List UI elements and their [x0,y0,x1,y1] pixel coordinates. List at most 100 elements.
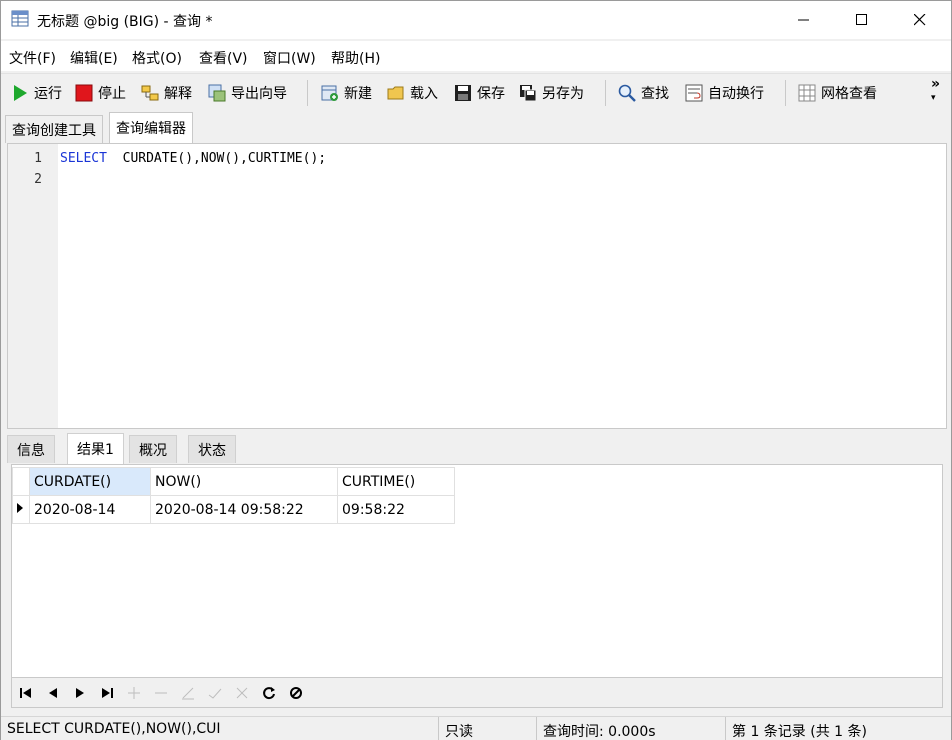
apply-changes-button [207,686,223,700]
stop-button[interactable]: 停止 [75,82,126,104]
line-number: 1 [34,151,42,166]
delete-record-button [153,686,169,700]
x-icon [236,687,248,699]
grid-icon [798,84,816,102]
next-record-icon [76,688,84,698]
menu-file[interactable]: 文件(F) [9,48,56,68]
tab-info[interactable]: 信息 [7,435,55,463]
minimize-button[interactable] [781,1,827,39]
cell-now[interactable]: 2020-08-14 09:58:22 [150,495,338,524]
result-grid[interactable]: CURDATE() NOW() CURTIME() 2020-08-14 202… [11,464,943,678]
next-record-button[interactable] [72,686,88,700]
prev-record-button[interactable] [45,686,61,700]
first-record-icon [20,688,31,698]
export-wizard-button[interactable]: 导出向导 [208,82,287,104]
status-readonly: 只读 [445,724,473,740]
toolbar-overflow-button[interactable]: » ▾ [931,76,941,104]
column-header-curtime[interactable]: CURTIME() [337,467,455,496]
sql-keyword: SELECT [60,151,107,166]
menu-bar: 文件(F) 编辑(E) 格式(O) 查看(V) 窗口(W) 帮助(H) [1,41,951,71]
prev-record-icon [49,688,57,698]
refresh-icon [263,687,275,700]
add-record-button [126,686,142,700]
sql-expression: CURDATE(),NOW(),CURTIME(); [106,151,327,166]
close-button[interactable] [897,1,943,39]
menu-view[interactable]: 查看(V) [199,48,248,68]
word-wrap-icon [685,84,703,102]
record-navigator [11,678,943,708]
explain-button[interactable]: 解释 [141,82,192,104]
tab-query-editor[interactable]: 查询编辑器 [109,112,193,143]
discard-changes-button [234,686,250,700]
menu-window[interactable]: 窗口(W) [263,48,316,68]
menu-format[interactable]: 格式(O) [132,48,182,68]
edit-icon [182,687,194,700]
sql-editor[interactable]: 1 2 SELECT CURDATE(),NOW(),CURTIME(); [7,143,947,429]
find-label: 查找 [641,86,669,102]
status-query-time: 查询时间: 0.000s [543,724,656,740]
edit-record-button [180,686,196,700]
line-number-gutter: 1 2 [8,144,58,428]
toolbar-separator [605,80,606,106]
export-wizard-label: 导出向导 [231,86,287,102]
grid-view-button[interactable]: 网格查看 [798,82,877,104]
save-label: 保存 [477,86,505,102]
plus-icon [128,687,140,699]
code-line[interactable]: SELECT CURDATE(),NOW(),CURTIME(); [60,151,326,166]
maximize-button[interactable] [839,1,885,39]
first-record-button[interactable] [18,686,34,700]
folder-icon [387,86,404,100]
save-button[interactable]: 保存 [454,82,505,104]
window-title: 无标题 @big (BIG) - 查询 * [37,14,213,30]
save-as-icon [520,85,537,102]
save-icon [455,85,471,101]
load-label: 载入 [410,86,438,102]
run-label: 运行 [34,86,62,102]
status-separator [725,717,726,740]
overflow-chevron-icon: » [931,76,941,92]
new-button[interactable]: 新建 [321,82,372,104]
menu-help[interactable]: 帮助(H) [331,48,380,68]
cell-curtime[interactable]: 09:58:22 [337,495,455,524]
tab-query-builder[interactable]: 查询创建工具 [5,115,103,143]
load-button[interactable]: 载入 [387,82,438,104]
tab-status[interactable]: 状态 [188,435,236,463]
status-separator [536,717,537,740]
new-label: 新建 [344,86,372,102]
tab-profile[interactable]: 概况 [129,435,177,463]
toolbar: 运行 停止 解释 导出向导 新建 载入 保存 另存为 查找 自动换行 网格查看 … [1,73,951,111]
status-separator [438,717,439,740]
save-as-button[interactable]: 另存为 [519,82,584,104]
explain-label: 解释 [164,86,192,102]
last-record-icon [102,688,113,698]
app-window: 无标题 @big (BIG) - 查询 * 文件(F) 编辑(E) 格式(O) … [0,0,952,740]
column-header-now[interactable]: NOW() [150,467,338,496]
explain-icon [141,85,159,101]
table-row[interactable]: 2020-08-14 2020-08-14 09:58:22 09:58:22 [12,495,455,524]
minimize-icon [798,19,809,21]
column-header-curdate[interactable]: CURDATE() [29,467,151,496]
stop-loading-button[interactable] [288,686,304,700]
toolbar-separator [785,80,786,106]
last-record-button[interactable] [99,686,115,700]
find-button[interactable]: 查找 [618,82,669,104]
close-icon [914,14,926,26]
editor-tab-strip: 查询创建工具 查询编辑器 [1,111,951,143]
status-sql: SELECT CURDATE(),NOW(),CUI [7,721,221,737]
menu-edit[interactable]: 编辑(E) [70,48,118,68]
result-table: CURDATE() NOW() CURTIME() 2020-08-14 202… [12,467,455,524]
word-wrap-button[interactable]: 自动换行 [685,82,764,104]
result-tab-strip: 信息 结果1 概况 状态 [7,433,947,465]
tab-result-1[interactable]: 结果1 [67,433,124,464]
line-number: 2 [34,172,42,187]
export-icon [208,84,226,102]
status-bar: SELECT CURDATE(),NOW(),CUI 只读 查询时间: 0.00… [1,716,951,740]
run-button[interactable]: 运行 [11,82,62,104]
search-icon [618,84,636,102]
cancel-icon [290,687,302,699]
title-bar: 无标题 @big (BIG) - 查询 * [1,1,951,39]
refresh-button[interactable] [261,686,277,700]
table-app-icon [11,10,29,27]
cell-curdate[interactable]: 2020-08-14 [29,495,151,524]
row-indicator [12,495,30,524]
